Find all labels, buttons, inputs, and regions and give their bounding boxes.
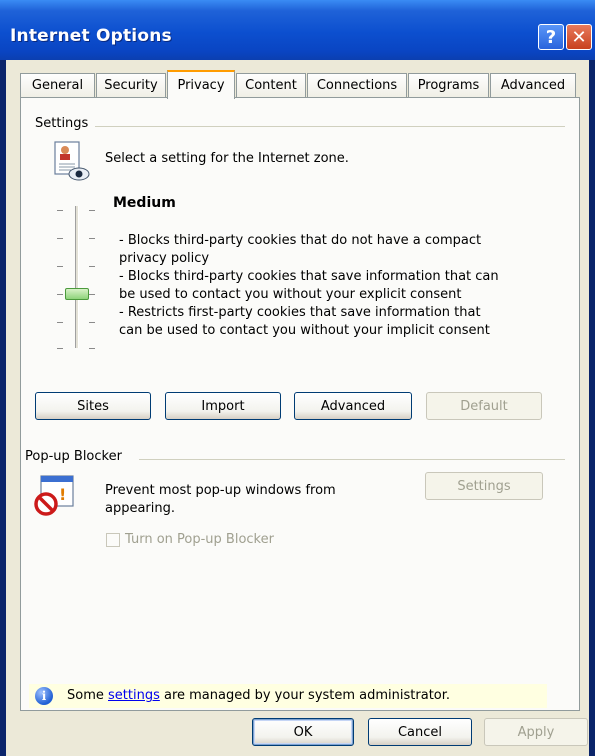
- help-button[interactable]: ?: [538, 24, 564, 50]
- privacy-level-slider[interactable]: [47, 204, 107, 354]
- svg-text:!: !: [59, 485, 66, 504]
- description-line: - Blocks third-party cookies that do not…: [119, 233, 482, 248]
- slider-tick: [57, 294, 63, 295]
- settings-link[interactable]: settings: [108, 688, 160, 703]
- slider-thumb[interactable]: [65, 288, 89, 300]
- privacy-panel: Settings Select a setting for the Intern…: [20, 97, 580, 711]
- tab-connections[interactable]: Connections: [307, 73, 407, 97]
- title-bar[interactable]: Internet Options ? ✕: [0, 0, 595, 60]
- popup-settings-button[interactable]: Settings: [425, 472, 543, 500]
- description-line: be used to contact you without your expl…: [119, 287, 462, 302]
- tab-privacy[interactable]: Privacy: [167, 70, 235, 99]
- window-title: Internet Options: [10, 26, 172, 46]
- info-suffix: are managed by your system administrator…: [159, 688, 451, 703]
- popup-blocker-checkbox-label[interactable]: Turn on Pop-up Blocker: [125, 531, 274, 549]
- slider-tick: [57, 322, 63, 323]
- advanced-button[interactable]: Advanced: [294, 392, 412, 420]
- tab-general[interactable]: General: [20, 73, 95, 97]
- ok-button[interactable]: OK: [252, 718, 354, 746]
- description-line: can be used to contact you without your …: [119, 323, 490, 338]
- sites-button[interactable]: Sites: [35, 392, 151, 420]
- cancel-button[interactable]: Cancel: [368, 718, 472, 746]
- popup-group-divider: [139, 459, 565, 460]
- settings-group-title: Settings: [35, 116, 95, 131]
- popup-text-line2: appearing.: [105, 501, 176, 516]
- import-button[interactable]: Import: [165, 392, 281, 420]
- settings-group-divider: [95, 126, 565, 127]
- popup-blocker-checkbox[interactable]: [106, 533, 120, 547]
- description-line: - Blocks third-party cookies that save i…: [119, 269, 499, 284]
- slider-tick: [57, 238, 63, 239]
- popup-text-line1: Prevent most pop-up windows from: [105, 483, 336, 498]
- dialog-body: General Security Privacy Content Connect…: [6, 60, 589, 756]
- slider-tick: [57, 266, 63, 267]
- slider-tick: [89, 322, 95, 323]
- slider-tick: [89, 210, 95, 211]
- privacy-zone-icon: [51, 140, 91, 182]
- default-button[interactable]: Default: [426, 392, 542, 420]
- tab-programs[interactable]: Programs: [408, 73, 489, 97]
- description-line: privacy policy: [119, 251, 210, 266]
- close-button[interactable]: ✕: [566, 24, 592, 50]
- info-message: Some settings are managed by your system…: [67, 687, 450, 705]
- slider-tick: [89, 294, 95, 295]
- tab-advanced[interactable]: Advanced: [490, 73, 576, 97]
- internet-options-window: Internet Options ? ✕ General Security Pr…: [0, 0, 595, 756]
- privacy-level-description: - Blocks third-party cookies that do not…: [119, 232, 569, 340]
- description-line: - Restricts first-party cookies that sav…: [119, 305, 481, 320]
- slider-track: [75, 206, 79, 348]
- slider-tick: [89, 348, 95, 349]
- tab-content[interactable]: Content: [236, 73, 306, 97]
- info-icon: i: [35, 687, 53, 705]
- popup-group-title: Pop-up Blocker: [25, 449, 128, 464]
- info-bar: i Some settings are managed by your syst…: [29, 684, 547, 708]
- slider-tick: [89, 238, 95, 239]
- tab-security[interactable]: Security: [96, 73, 166, 97]
- slider-tick: [57, 210, 63, 211]
- zone-instruction: Select a setting for the Internet zone.: [105, 151, 349, 166]
- help-icon: ?: [545, 26, 557, 48]
- slider-tick: [89, 266, 95, 267]
- popup-blocker-icon: !: [33, 474, 77, 516]
- apply-button[interactable]: Apply: [484, 718, 588, 746]
- info-prefix: Some: [67, 688, 108, 703]
- close-icon: ✕: [571, 26, 587, 48]
- privacy-level-title: Medium: [113, 195, 176, 211]
- slider-tick: [57, 348, 63, 349]
- tab-strip: General Security Privacy Content Connect…: [6, 70, 589, 99]
